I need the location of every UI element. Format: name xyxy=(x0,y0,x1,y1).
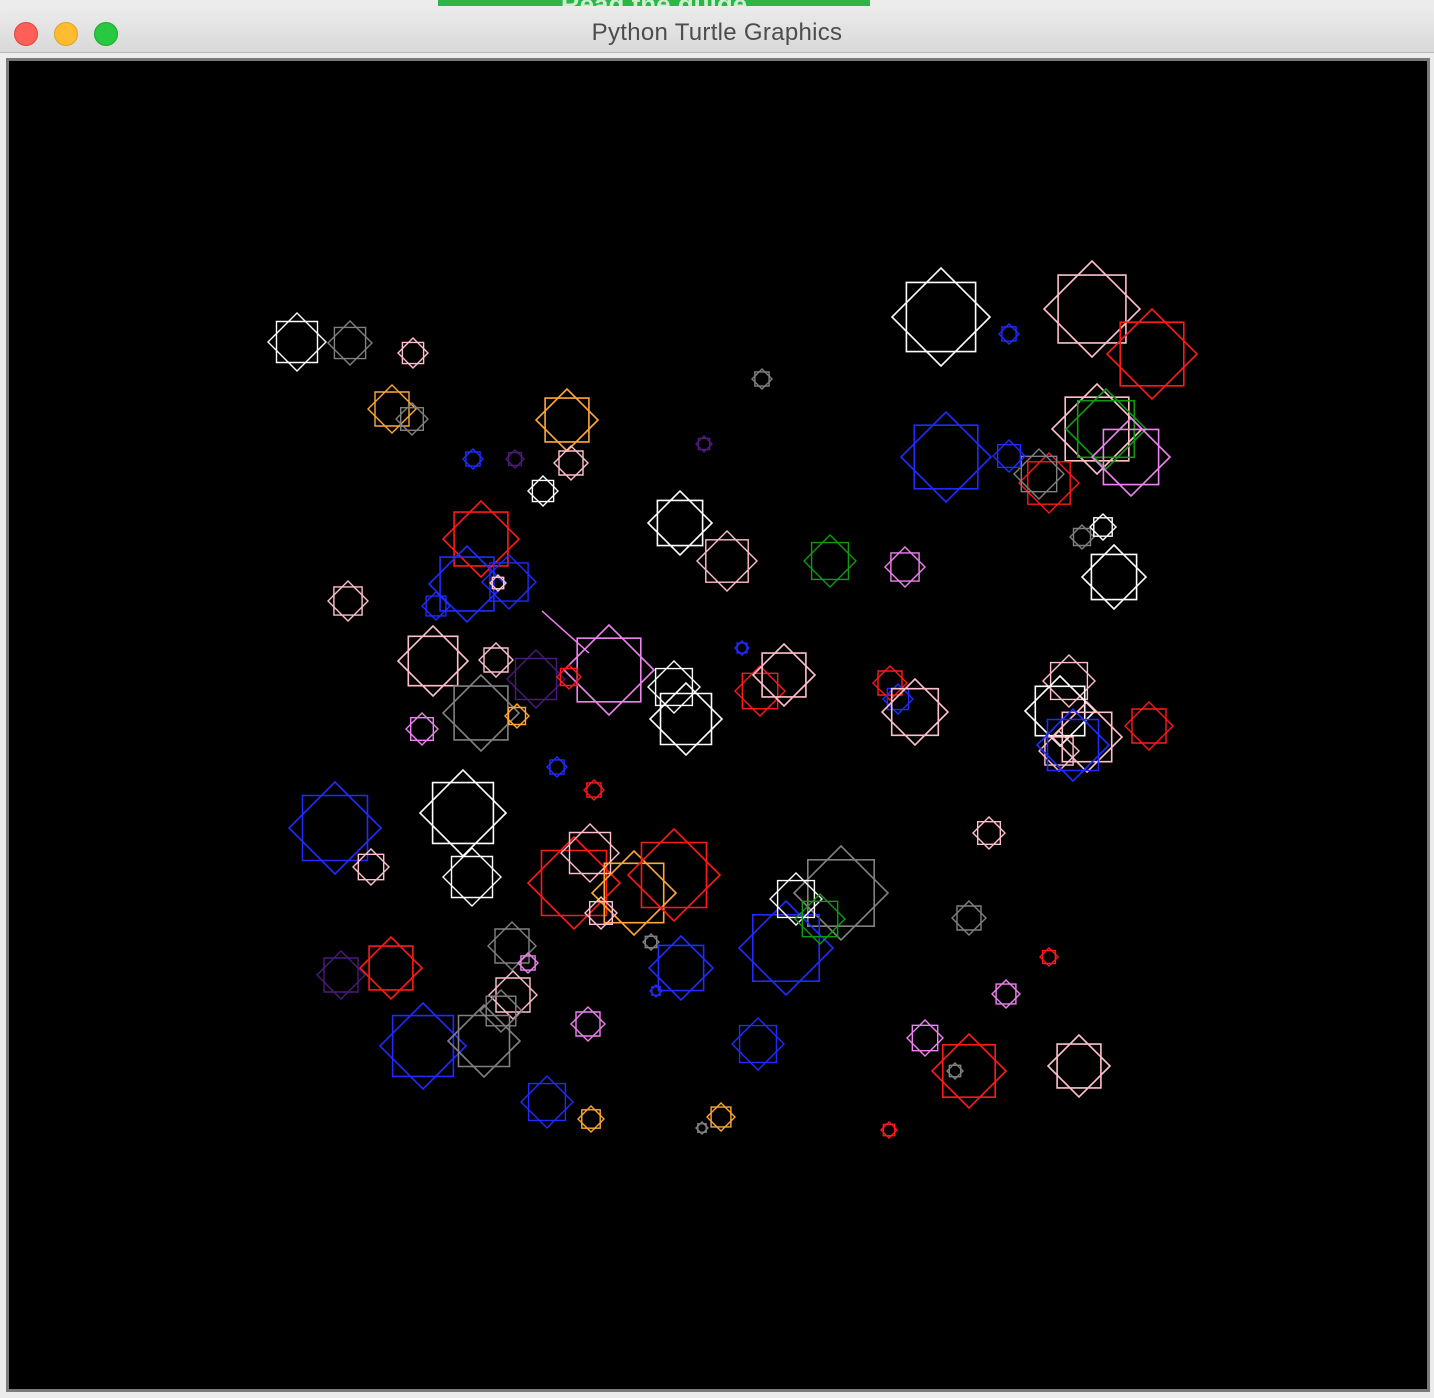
star-shape xyxy=(734,640,750,656)
star-shape xyxy=(316,950,366,1000)
star-shape xyxy=(1018,452,1080,514)
star-shape xyxy=(527,475,559,507)
star-shape xyxy=(1042,259,1142,359)
star-shape xyxy=(803,534,857,588)
star-shape xyxy=(267,312,327,372)
star-shape xyxy=(327,320,373,366)
star-shape xyxy=(648,681,724,757)
star-shape xyxy=(287,780,383,876)
star-shape xyxy=(1013,448,1065,500)
star-shape xyxy=(1080,543,1148,611)
star-shape xyxy=(734,665,786,717)
star-shape xyxy=(731,1017,785,1071)
star-shape xyxy=(884,546,926,588)
star-shape xyxy=(442,847,502,907)
star-shape xyxy=(395,402,429,436)
star-shape xyxy=(352,848,390,886)
star-shape xyxy=(553,445,589,481)
star-shape xyxy=(642,933,660,951)
star-shape xyxy=(647,934,715,1002)
star-shape xyxy=(872,665,908,701)
star-shape xyxy=(649,984,663,998)
star-shape xyxy=(405,712,439,746)
star-shape xyxy=(441,499,521,579)
star-shape xyxy=(556,664,582,690)
star-shape xyxy=(506,649,566,709)
star-shape xyxy=(880,1121,898,1139)
star-shape xyxy=(505,449,525,469)
star-shape xyxy=(998,323,1020,345)
star-shape xyxy=(1105,307,1199,401)
star-shape xyxy=(478,642,514,678)
turtle-trail-line xyxy=(541,610,590,654)
star-shape xyxy=(1124,701,1174,751)
star-shape xyxy=(646,489,714,557)
star-shape xyxy=(626,827,722,923)
star-shape xyxy=(584,896,618,930)
star-shape xyxy=(397,337,429,369)
star-shape xyxy=(418,768,508,858)
star-shape xyxy=(462,448,484,470)
turtle-canvas xyxy=(9,61,1427,1389)
star-shape xyxy=(1039,947,1059,967)
window-title: Python Turtle Graphics xyxy=(591,19,843,46)
star-shape xyxy=(695,1121,709,1135)
star-shape xyxy=(792,844,890,942)
star-shape xyxy=(695,435,713,453)
star-shape xyxy=(930,1032,1008,1110)
star-shape xyxy=(327,580,369,622)
star-shape xyxy=(421,591,451,621)
star-shape xyxy=(358,935,424,1001)
star-shape xyxy=(367,384,417,434)
star-shape xyxy=(577,1105,605,1133)
star-shape xyxy=(446,1003,522,1079)
star-shape xyxy=(880,677,950,747)
star-shape xyxy=(972,816,1006,850)
star-shape xyxy=(534,387,600,453)
star-shape xyxy=(583,779,605,801)
star-shape xyxy=(487,921,537,971)
star-shape xyxy=(489,574,507,592)
star-shape xyxy=(1069,524,1095,550)
turtle-window: Read the guide Python Turtle Graphics xyxy=(0,0,1434,1398)
star-shape xyxy=(992,439,1026,473)
star-shape xyxy=(590,849,678,937)
star-drawing xyxy=(267,259,1199,1139)
star-shape xyxy=(991,979,1021,1009)
star-shape xyxy=(946,1062,964,1080)
star-shape xyxy=(706,1102,736,1132)
star-shape xyxy=(951,900,987,936)
title-bar[interactable]: Python Turtle Graphics xyxy=(0,6,1434,53)
star-shape xyxy=(696,530,758,592)
star-shape xyxy=(751,368,773,390)
star-shape xyxy=(520,1075,574,1129)
star-shape xyxy=(427,544,507,624)
star-shape xyxy=(479,989,523,1033)
star-shape xyxy=(1089,513,1117,541)
star-shape xyxy=(906,1019,944,1057)
star-shape xyxy=(1046,1033,1112,1099)
star-shape xyxy=(526,835,622,931)
canvas-border xyxy=(6,58,1430,1392)
star-shape xyxy=(899,410,993,504)
star-shape xyxy=(647,660,701,714)
star-shape xyxy=(751,642,817,708)
star-shape xyxy=(1042,654,1096,708)
star-shape xyxy=(546,756,568,778)
star-shape xyxy=(1023,674,1097,748)
star-shape xyxy=(890,266,992,368)
star-shape xyxy=(570,1006,606,1042)
